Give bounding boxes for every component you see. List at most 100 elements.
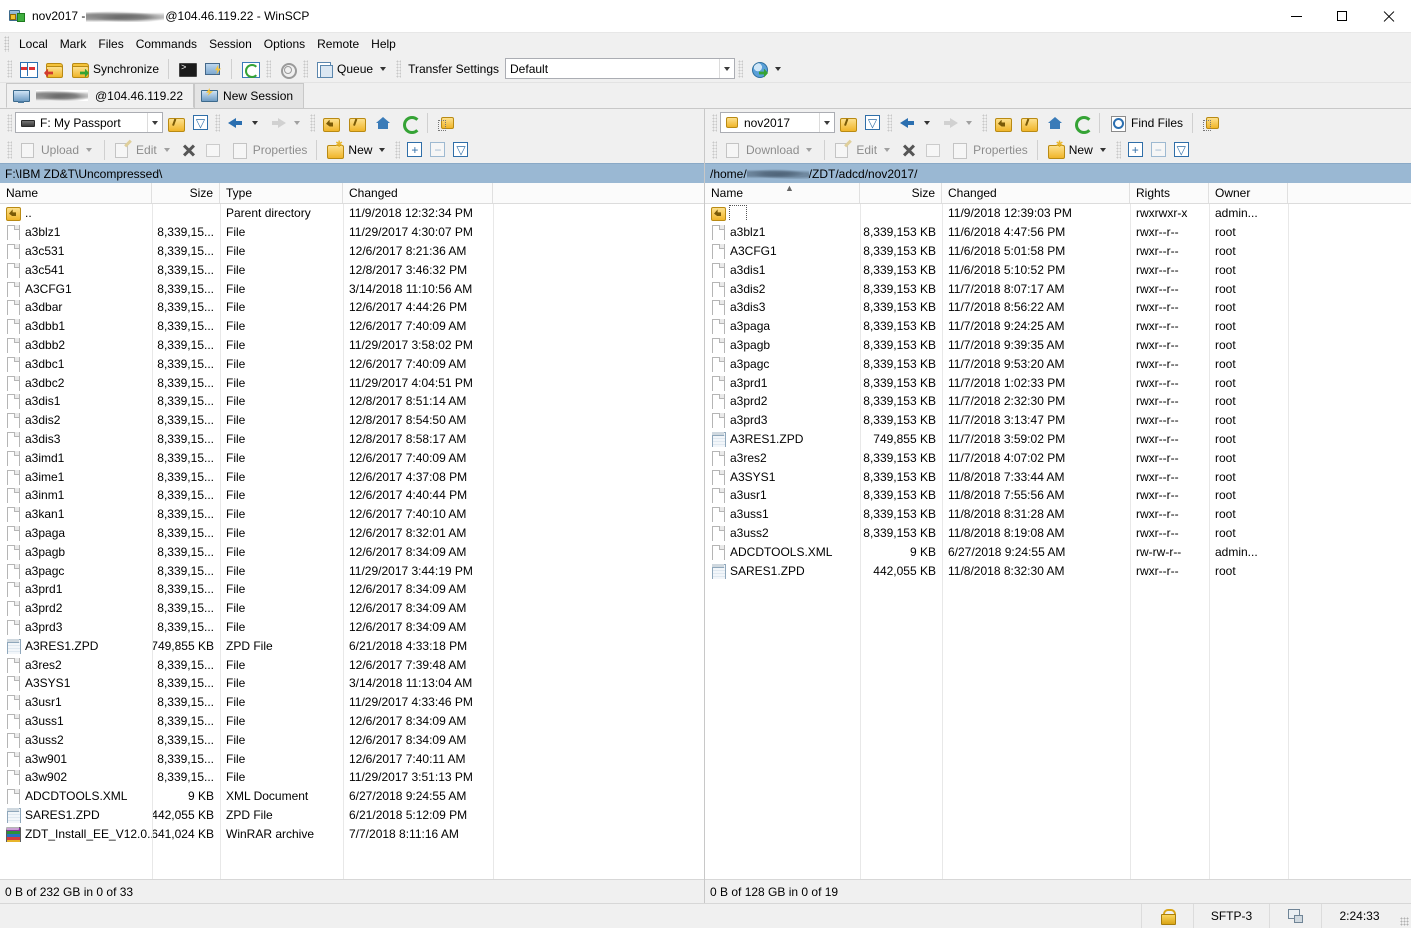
table-row[interactable]: A3RES1.ZPD 749,855 KB 11/7/2018 3:59:02 PM…: [705, 430, 1411, 449]
session-tab-active[interactable]: @104.46.119.22: [6, 83, 195, 108]
table-row[interactable]: a3pagb 8,339,153 KB 11/7/2018 9:39:35 AM rw…: [705, 336, 1411, 355]
table-row[interactable]: a3prd2 8,339,153 KB 11/7/2018 2:32:30 PM rw…: [705, 392, 1411, 411]
table-row[interactable]: a3prd1 8,339,15... File 12/6/2017 8:34:09 A…: [0, 580, 704, 599]
synchronize-button[interactable]: Synchronize: [67, 57, 163, 81]
local-forward-button[interactable]: [265, 111, 307, 135]
table-row[interactable]: a3prd1 8,339,153 KB 11/7/2018 1:02:33 PM rw…: [705, 373, 1411, 392]
open-console-button[interactable]: [174, 57, 200, 81]
remote-open-directory-button[interactable]: [835, 111, 861, 135]
table-row[interactable]: ADCDTOOLS.XML 9 KB XML Document 6/27/2018 9…: [0, 787, 704, 806]
download-button[interactable]: Download: [720, 138, 819, 162]
find-files-button[interactable]: Find Files: [1105, 111, 1187, 135]
local-home-directory-button[interactable]: [370, 111, 396, 135]
table-row[interactable]: a3dbb1 8,339,15... File 12/6/2017 7:40:09 A…: [0, 317, 704, 336]
table-row[interactable]: a3ime1 8,339,15... File 12/6/2017 4:37:08 P…: [0, 467, 704, 486]
upload-button[interactable]: Upload: [15, 138, 99, 162]
table-row[interactable]: a3res2 8,339,15... File 12/6/2017 7:39:48 A…: [0, 655, 704, 674]
remote-parent-directory-button[interactable]: [990, 111, 1016, 135]
close-button[interactable]: [1365, 0, 1411, 33]
remote-nav-grip-2[interactable]: [887, 113, 892, 132]
table-row[interactable]: a3dbc1 8,339,15... File 12/6/2017 7:40:09 A…: [0, 354, 704, 373]
remote-file-grip-2[interactable]: [1115, 140, 1121, 159]
local-header-size[interactable]: Size: [152, 183, 220, 203]
download-chevron-down-icon[interactable]: [806, 147, 813, 152]
synchronize-browsing-button[interactable]: [41, 57, 67, 81]
remote-nav-grip[interactable]: [712, 113, 717, 132]
local-nav-grip-2[interactable]: [215, 113, 220, 132]
transfer-settings-combo[interactable]: Default: [505, 58, 736, 79]
remote-directory-chevron-down-icon[interactable]: [819, 113, 834, 132]
table-row[interactable]: A3RES1.ZPD 749,855 KB ZPD File 6/21/2018 4:…: [0, 636, 704, 655]
toolbar-grip-handle-5[interactable]: [738, 59, 744, 78]
table-row[interactable]: a3uss2 8,339,15... File 12/6/2017 8:34:09 A…: [0, 730, 704, 749]
table-row[interactable]: A3CFG1 8,339,153 KB 11/6/2018 5:01:58 PM rw…: [705, 242, 1411, 261]
local-header-name[interactable]: Name: [0, 183, 152, 203]
remote-back-chevron-down-icon[interactable]: [924, 120, 930, 125]
remote-edit-button[interactable]: Edit: [830, 138, 897, 162]
toolbar-grip-handle-2[interactable]: [266, 59, 272, 78]
table-row[interactable]: a3dis3 8,339,15... File 12/8/2017 8:58:17 A…: [0, 430, 704, 449]
table-row[interactable]: a3dbar 8,339,15... File 12/6/2017 4:44:26 P…: [0, 298, 704, 317]
table-row[interactable]: a3dis3 8,339,153 KB 11/7/2018 8:56:22 AM rw…: [705, 298, 1411, 317]
table-row[interactable]: SARES1.ZPD 442,055 KB 11/8/2018 8:32:30 AM…: [705, 561, 1411, 580]
local-drive-combo[interactable]: F: My Passport: [15, 112, 163, 133]
table-row[interactable]: A3SYS1 8,339,153 KB 11/8/2018 7:33:44 AM rw…: [705, 467, 1411, 486]
remote-new-chevron-down-icon[interactable]: [1099, 147, 1106, 152]
remote-delete-button[interactable]: [897, 138, 921, 162]
back-chevron-down-icon[interactable]: [252, 120, 258, 125]
toolbar-grip-handle-4[interactable]: [396, 59, 402, 78]
table-row[interactable]: a3prd3 8,339,15... File 12/6/2017 8:34:09 A…: [0, 618, 704, 637]
remote-selection-filter-button[interactable]: ▽: [1170, 138, 1193, 162]
local-edit-button[interactable]: Edit: [110, 138, 177, 162]
menu-commands[interactable]: Commands: [130, 34, 203, 54]
table-row[interactable]: a3res2 8,339,153 KB 11/7/2018 4:07:02 PM rw…: [705, 448, 1411, 467]
local-root-directory-button[interactable]: [344, 111, 370, 135]
remote-refresh-button[interactable]: [1068, 111, 1094, 135]
local-refresh-button[interactable]: [396, 111, 422, 135]
table-row[interactable]: a3w902 8,339,15... File 11/29/2017 3:51:13 …: [0, 768, 704, 787]
local-parent-directory-button[interactable]: [318, 111, 344, 135]
minimize-button[interactable]: [1273, 0, 1319, 33]
table-row[interactable]: a3uss1 8,339,15... File 12/6/2017 8:34:09 A…: [0, 712, 704, 731]
maximize-button[interactable]: [1319, 0, 1365, 33]
refresh-button[interactable]: [237, 57, 263, 81]
local-new-chevron-down-icon[interactable]: [379, 147, 386, 152]
table-row[interactable]: a3dis2 8,339,153 KB 11/7/2018 8:07:17 AM rw…: [705, 279, 1411, 298]
remote-header-size[interactable]: Size: [860, 183, 942, 203]
remote-directory-combo[interactable]: nov2017: [720, 112, 835, 133]
menu-local[interactable]: Local: [13, 34, 54, 54]
table-row[interactable]: ADCDTOOLS.XML 9 KB 6/27/2018 9:24:55 AM rw-…: [705, 542, 1411, 561]
local-new-button[interactable]: New: [322, 138, 392, 162]
local-filter-button[interactable]: ▽: [189, 111, 212, 135]
remote-header-name[interactable]: Name: [705, 183, 860, 203]
table-row[interactable]: a3dis1 8,339,153 KB 11/6/2018 5:10:52 PM rw…: [705, 260, 1411, 279]
local-open-directory-button[interactable]: [163, 111, 189, 135]
remote-edit-chevron-down-icon[interactable]: [884, 147, 891, 152]
table-row[interactable]: a3prd2 8,339,15... File 12/6/2017 8:34:09 A…: [0, 599, 704, 618]
window-resize-grip[interactable]: [1397, 904, 1411, 928]
encryption-status-cell[interactable]: [1141, 904, 1193, 928]
table-row[interactable]: a3uss1 8,339,153 KB 11/8/2018 8:31:28 AM rw…: [705, 505, 1411, 524]
remote-header-changed[interactable]: Changed: [942, 183, 1130, 203]
table-row[interactable]: A3CFG1 8,339,15... File 3/14/2018 11:10:56 …: [0, 279, 704, 298]
table-row[interactable]: a3paga 8,339,153 KB 11/7/2018 9:24:25 AM rw…: [705, 317, 1411, 336]
table-row[interactable]: a3c541 8,339,15... File 12/8/2017 3:46:32 P…: [0, 260, 704, 279]
local-nav-grip[interactable]: [7, 113, 12, 132]
remote-filter-button[interactable]: ▽: [861, 111, 884, 135]
table-row[interactable]: a3usr1 8,339,153 KB 11/8/2018 7:55:56 AM rw…: [705, 486, 1411, 505]
remote-new-button[interactable]: New: [1043, 138, 1113, 162]
transfer-settings-preset-button[interactable]: [746, 57, 788, 81]
open-putty-button[interactable]: [200, 57, 226, 81]
remote-path-bar[interactable]: /home/ /ZDT/adcd/nov2017/: [705, 163, 1411, 183]
protocol-cell[interactable]: SFTP-3: [1193, 904, 1269, 928]
preferences-button[interactable]: [274, 57, 300, 81]
menu-session[interactable]: Session: [203, 34, 258, 54]
local-nav-grip-3[interactable]: [310, 113, 315, 132]
remote-file-list[interactable]: 11/9/2018 12:39:03 PM rwxrwxr-x admin... a3…: [705, 204, 1411, 879]
table-row[interactable]: a3dbc2 8,339,15... File 11/29/2017 4:04:51 …: [0, 373, 704, 392]
table-row[interactable]: a3imd1 8,339,15... File 12/6/2017 7:40:09 A…: [0, 448, 704, 467]
connection-cell[interactable]: [1269, 904, 1321, 928]
remote-root-directory-button[interactable]: [1016, 111, 1042, 135]
remote-home-directory-button[interactable]: [1042, 111, 1068, 135]
toolbar-grip-handle[interactable]: [7, 59, 12, 78]
